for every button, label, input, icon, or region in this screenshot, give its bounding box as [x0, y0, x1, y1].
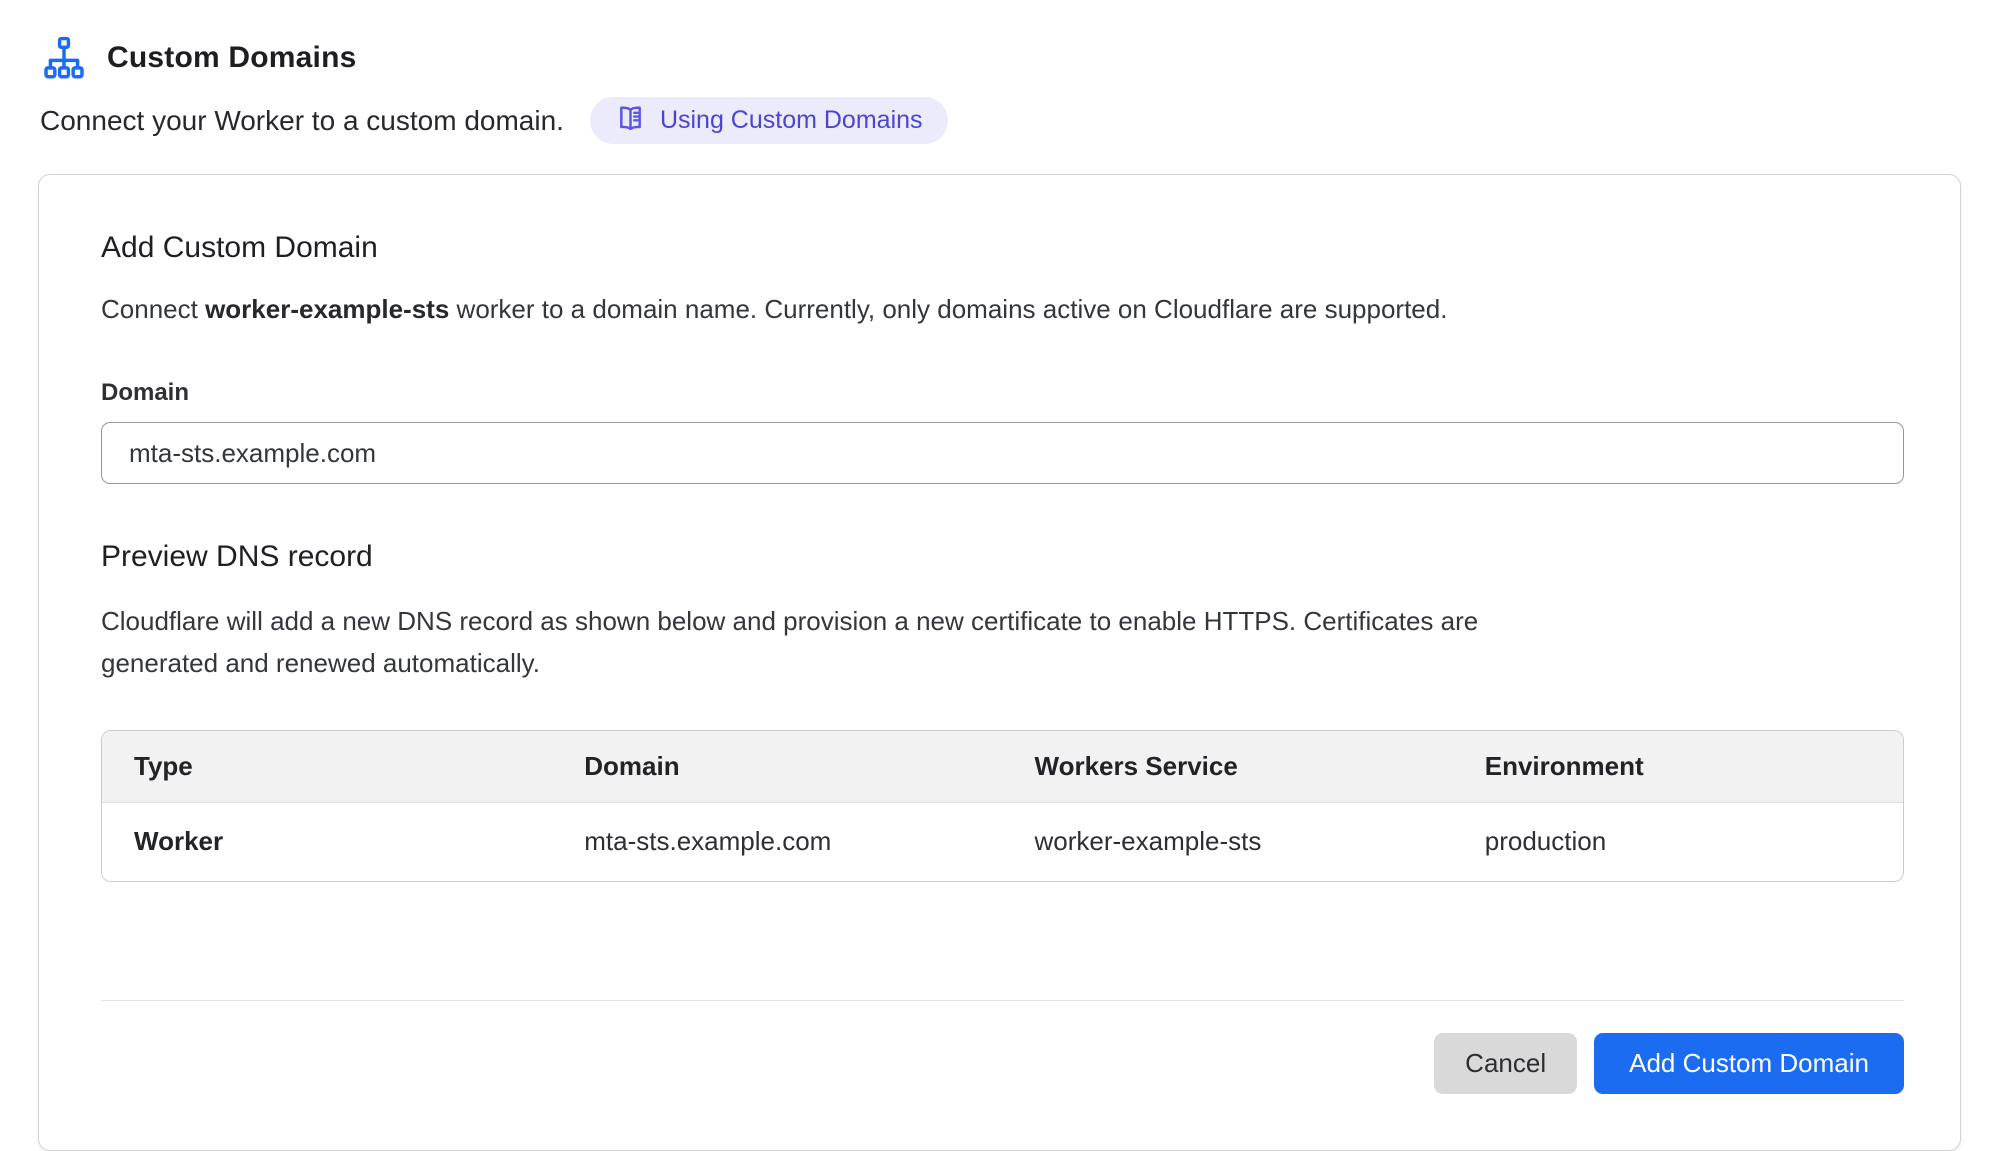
intro-prefix: Connect	[101, 294, 205, 324]
column-header-environment: Environment	[1453, 731, 1903, 803]
docs-link-badge[interactable]: Using Custom Domains	[590, 97, 948, 144]
cell-type: Worker	[102, 803, 552, 882]
footer-divider	[101, 1000, 1904, 1001]
worker-name: worker-example-sts	[205, 294, 449, 324]
domain-input[interactable]	[101, 422, 1904, 484]
column-header-workers-service: Workers Service	[1003, 731, 1453, 803]
custom-domains-page: Custom Domains Connect your Worker to a …	[0, 0, 1999, 1151]
page-header: Custom Domains	[42, 36, 1961, 80]
add-custom-domain-card: Add Custom Domain Connect worker-example…	[38, 174, 1961, 1151]
page-title: Custom Domains	[107, 41, 357, 75]
domain-field-label: Domain	[101, 379, 1904, 407]
page-subtitle: Connect your Worker to a custom domain.	[40, 105, 564, 137]
cell-environment: production	[1453, 803, 1903, 882]
page-subheader: Connect your Worker to a custom domain. …	[40, 97, 1961, 144]
column-header-type: Type	[102, 731, 552, 803]
card-intro: Connect worker-example-sts worker to a d…	[101, 294, 1904, 325]
cell-workers-service: worker-example-sts	[1003, 803, 1453, 882]
column-header-domain: Domain	[552, 731, 1002, 803]
card-actions: Cancel Add Custom Domain	[101, 1033, 1904, 1094]
open-book-icon	[615, 103, 646, 139]
cell-domain: mta-sts.example.com	[552, 803, 1002, 882]
docs-link-label: Using Custom Domains	[660, 106, 923, 135]
dns-preview-table: Type Domain Workers Service Environment …	[101, 730, 1904, 882]
sitemap-icon	[42, 36, 86, 80]
preview-dns-description: Cloudflare will add a new DNS record as …	[101, 600, 1601, 684]
table-header-row: Type Domain Workers Service Environment	[102, 731, 1903, 803]
cancel-button[interactable]: Cancel	[1434, 1033, 1577, 1094]
intro-suffix: worker to a domain name. Currently, only…	[449, 294, 1447, 324]
preview-dns-heading: Preview DNS record	[101, 540, 1904, 574]
table-row: Worker mta-sts.example.com worker-exampl…	[102, 803, 1903, 882]
card-heading: Add Custom Domain	[101, 231, 1904, 265]
add-custom-domain-button[interactable]: Add Custom Domain	[1594, 1033, 1904, 1094]
